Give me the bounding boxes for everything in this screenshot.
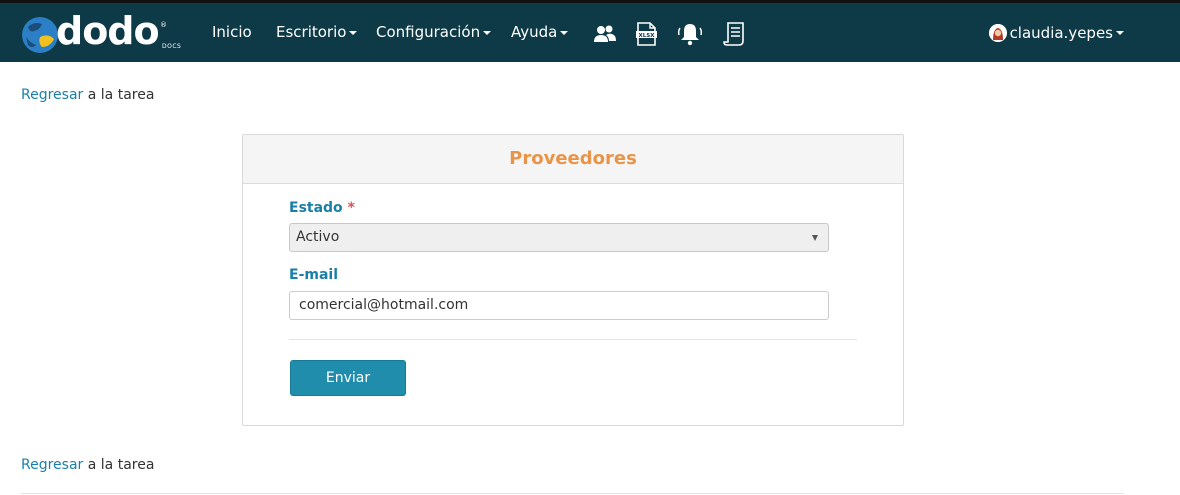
back-link-top-rest: a la tarea	[87, 87, 155, 103]
nav-ayuda-label: Ayuda	[511, 23, 558, 41]
estado-label: Estado *	[289, 200, 355, 216]
nav-inicio-label: Inicio	[212, 23, 252, 41]
bell-icon[interactable]	[675, 21, 705, 47]
nav-inicio[interactable]: Inicio	[212, 23, 252, 41]
logo-globe-icon	[22, 17, 58, 53]
back-link-bottom[interactable]: Regresar	[21, 457, 83, 473]
back-link-top[interactable]: Regresar	[21, 87, 83, 103]
email-label: E-mail	[289, 267, 339, 283]
document-list-icon[interactable]	[721, 21, 747, 47]
select-arrow-icon	[812, 235, 818, 241]
back-to-task-bottom: Regresar a la tarea	[21, 457, 154, 473]
back-to-task-top: Regresar a la tarea	[21, 87, 154, 103]
caret-down-icon	[1116, 31, 1124, 35]
user-name: claudia.yepes	[1009, 24, 1113, 42]
nav-escritorio-label: Escritorio	[276, 23, 347, 41]
caret-down-icon	[560, 30, 569, 35]
panel-title: Proveedores	[243, 135, 903, 184]
users-icon[interactable]	[592, 21, 618, 47]
logo-subtext: DOCS	[162, 43, 182, 50]
user-avatar-icon	[988, 24, 1007, 42]
email-field[interactable]: comercial@hotmail.com	[289, 291, 829, 320]
user-menu[interactable]: claudia.yepes	[988, 24, 1124, 42]
nav-configuracion-label: Configuración	[376, 23, 481, 41]
xlsx-icon-text: XLSX	[639, 33, 656, 39]
avatar	[988, 24, 1007, 42]
estado-select-value: Activo	[296, 229, 340, 245]
xlsx-file-icon[interactable]: XLSX	[633, 21, 659, 47]
dodo-docs-logo[interactable]: dodo ® DOCS	[20, 9, 185, 58]
enviar-button[interactable]: Enviar	[290, 360, 406, 396]
proveedores-form-panel: Proveedores Estado * Activo E-mail comer…	[242, 134, 904, 426]
estado-label-text: Estado	[289, 200, 343, 216]
nav-escritorio[interactable]: Escritorio	[276, 23, 358, 41]
back-link-bottom-rest: a la tarea	[87, 457, 155, 473]
estado-select[interactable]: Activo	[289, 223, 829, 252]
logo-text: dodo	[56, 9, 160, 53]
footer-divider	[21, 493, 1124, 494]
logo-registered-mark: ®	[160, 21, 167, 29]
caret-down-icon	[483, 30, 492, 35]
nav-ayuda[interactable]: Ayuda	[511, 23, 569, 41]
top-navbar: dodo ® DOCS Inicio Escritorio Configurac…	[0, 0, 1180, 62]
nav-configuracion[interactable]: Configuración	[376, 23, 492, 41]
caret-down-icon	[349, 30, 358, 35]
form-divider	[289, 339, 857, 340]
required-mark: *	[347, 200, 355, 216]
